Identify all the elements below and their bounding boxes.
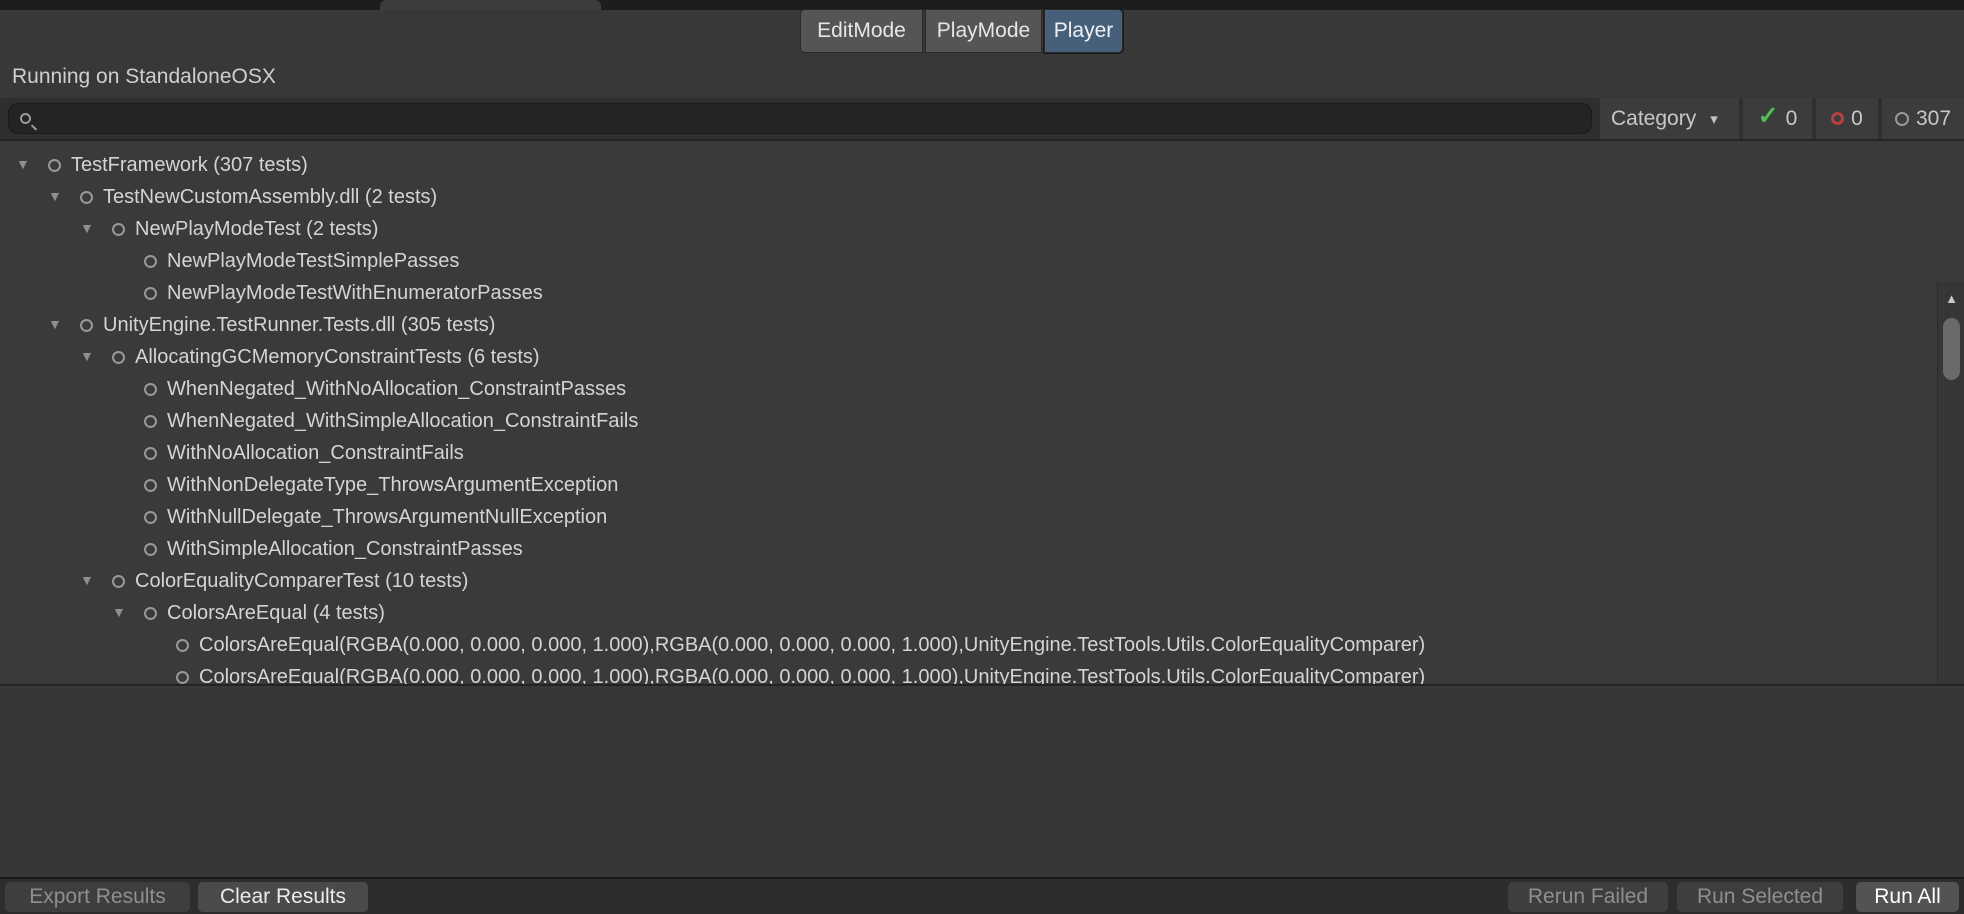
slashed-circle-icon	[1831, 112, 1844, 125]
expander-triangle-icon[interactable]: ▼	[112, 605, 144, 621]
test-status-circle-icon	[144, 607, 157, 620]
test-status-circle-icon	[48, 159, 61, 172]
tab-editmode[interactable]: EditMode	[800, 9, 923, 53]
toolbar: Category ▾ ✓ 0 0 307	[0, 98, 1964, 141]
test-status-circle-icon	[176, 639, 189, 652]
failed-count-filter[interactable]: 0	[1816, 98, 1878, 139]
bottom-toolbar: Export Results Clear Results Rerun Faile…	[0, 877, 1964, 914]
test-status-circle-icon	[144, 287, 157, 300]
clear-results-button[interactable]: Clear Results	[198, 882, 368, 912]
scrollbar[interactable]: ▲ ▼	[1937, 282, 1964, 686]
status-text: Running on StandaloneOSX	[0, 56, 1964, 98]
test-status-circle-icon	[144, 383, 157, 396]
tree-item-label: TestNewCustomAssembly.dll (2 tests)	[103, 186, 437, 209]
run-selected-button[interactable]: Run Selected	[1677, 882, 1843, 912]
test-status-circle-icon	[112, 223, 125, 236]
test-status-circle-icon	[144, 543, 157, 556]
chevron-down-icon: ▾	[1710, 110, 1718, 128]
tree-row[interactable]: ▼ TestNewCustomAssembly.dll (2 tests)	[0, 181, 1930, 213]
scrollbar-thumb[interactable]	[1943, 318, 1960, 380]
tree-item-label: NewPlayModeTestSimplePasses	[167, 250, 459, 273]
tree-row[interactable]: ▼ NewPlayModeTest (2 tests)	[0, 213, 1930, 245]
test-status-circle-icon	[112, 351, 125, 364]
tree-row[interactable]: ColorsAreEqual(RGBA(0.000, 0.000, 0.000,…	[0, 629, 1930, 661]
tree-item-label: ColorEqualityComparerTest (10 tests)	[135, 570, 468, 593]
tree-row[interactable]: ColorsAreEqual(RGBA(0.000, 0.000, 0.000,…	[0, 661, 1930, 686]
test-status-circle-icon	[144, 255, 157, 268]
tree-row[interactable]: ▼ ColorEqualityComparerTest (10 tests)	[0, 565, 1930, 597]
search-input[interactable]	[39, 108, 1539, 130]
test-status-circle-icon	[144, 415, 157, 428]
tree-row[interactable]: WithNoAllocation_ConstraintFails	[0, 437, 1930, 469]
category-label: Category	[1611, 107, 1696, 131]
total-count: 307	[1916, 107, 1951, 131]
tree-item-label: ColorsAreEqual (4 tests)	[167, 602, 385, 625]
tree-item-label: ColorsAreEqual(RGBA(0.000, 0.000, 0.000,…	[199, 634, 1425, 657]
tree-item-label: WithNoAllocation_ConstraintFails	[167, 442, 464, 465]
export-results-button[interactable]: Export Results	[5, 882, 190, 912]
tab-player[interactable]: Player	[1044, 9, 1123, 53]
test-tree: ▼ TestFramework (307 tests) ▼ TestNewCustom…	[0, 149, 1930, 686]
expander-triangle-icon[interactable]: ▼	[16, 157, 48, 173]
test-status-circle-icon	[144, 511, 157, 524]
tree-row[interactable]: ▼ AllocatingGCMemoryConstraintTests (6 te…	[0, 341, 1930, 373]
tree-item-label: UnityEngine.TestRunner.Tests.dll (305 te…	[103, 314, 495, 337]
tree-row[interactable]: ▼ UnityEngine.TestRunner.Tests.dll (305 t…	[0, 309, 1930, 341]
run-all-button[interactable]: Run All	[1856, 882, 1959, 912]
tree-row[interactable]: ▼ TestFramework (307 tests)	[0, 149, 1930, 181]
test-status-circle-icon	[80, 191, 93, 204]
category-dropdown[interactable]: Category ▾	[1600, 98, 1739, 139]
tree-row[interactable]: WithSimpleAllocation_ConstraintPasses	[0, 533, 1930, 565]
expander-triangle-icon[interactable]: ▼	[80, 573, 112, 589]
check-icon: ✓	[1758, 104, 1779, 129]
test-status-circle-icon	[144, 479, 157, 492]
tree-item-label: WithNullDelegate_ThrowsArgumentNullExcep…	[167, 506, 607, 529]
passed-count: 0	[1786, 107, 1798, 131]
failed-count: 0	[1851, 107, 1863, 131]
total-count-filter[interactable]: 307	[1882, 98, 1964, 139]
test-status-circle-icon	[144, 447, 157, 460]
tree-row[interactable]: NewPlayModeTestWithEnumeratorPasses	[0, 277, 1930, 309]
tree-item-label: WhenNegated_WithNoAllocation_ConstraintP…	[167, 378, 626, 401]
passed-count-filter[interactable]: ✓ 0	[1743, 98, 1812, 139]
circle-icon	[1895, 112, 1909, 126]
test-status-circle-icon	[80, 319, 93, 332]
tree-row[interactable]: WhenNegated_WithSimpleAllocation_Constra…	[0, 405, 1930, 437]
tree-item-label: WhenNegated_WithSimpleAllocation_Constra…	[167, 410, 638, 433]
tree-item-label: NewPlayModeTest (2 tests)	[135, 218, 378, 241]
tree-item-label: AllocatingGCMemoryConstraintTests (6 tes…	[135, 346, 540, 369]
tree-row[interactable]: WithNonDelegateType_ThrowsArgumentExcept…	[0, 469, 1930, 501]
mode-tab-bar: EditMode PlayMode Player	[0, 9, 1964, 55]
expander-triangle-icon[interactable]: ▼	[80, 349, 112, 365]
test-detail-panel	[0, 688, 1964, 877]
test-runner-window: EditMode PlayMode Player Running on Stan…	[0, 0, 1964, 914]
test-status-circle-icon	[112, 575, 125, 588]
test-tree-panel: ▼ TestFramework (307 tests) ▼ TestNewCustom…	[0, 141, 1964, 686]
tree-item-label: NewPlayModeTestWithEnumeratorPasses	[167, 282, 543, 305]
tree-item-label: WithNonDelegateType_ThrowsArgumentExcept…	[167, 474, 618, 497]
expander-triangle-icon[interactable]: ▼	[80, 221, 112, 237]
test-status-circle-icon	[176, 671, 189, 684]
tab-playmode[interactable]: PlayMode	[925, 9, 1042, 53]
tree-row[interactable]: NewPlayModeTestSimplePasses	[0, 245, 1930, 277]
rerun-failed-button[interactable]: Rerun Failed	[1508, 882, 1668, 912]
scroll-up-icon[interactable]: ▲	[1938, 288, 1964, 308]
expander-triangle-icon[interactable]: ▼	[48, 189, 80, 205]
expander-triangle-icon[interactable]: ▼	[48, 317, 80, 333]
tree-row[interactable]: WhenNegated_WithNoAllocation_ConstraintP…	[0, 373, 1930, 405]
tree-item-label: ColorsAreEqual(RGBA(0.000, 0.000, 0.000,…	[199, 666, 1425, 687]
tree-row[interactable]: WithNullDelegate_ThrowsArgumentNullExcep…	[0, 501, 1930, 533]
tree-item-label: WithSimpleAllocation_ConstraintPasses	[167, 538, 523, 561]
search-field[interactable]	[8, 103, 1592, 134]
search-icon	[20, 113, 31, 124]
tree-row[interactable]: ▼ ColorsAreEqual (4 tests)	[0, 597, 1930, 629]
tree-item-label: TestFramework (307 tests)	[71, 154, 308, 177]
